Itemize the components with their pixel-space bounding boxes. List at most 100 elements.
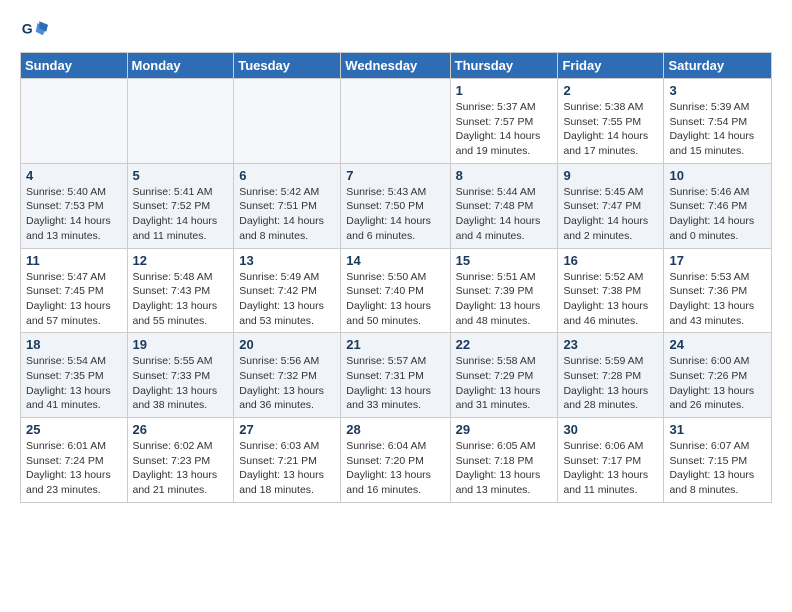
day-number: 12 bbox=[133, 253, 229, 268]
day-info: Sunrise: 5:54 AMSunset: 7:35 PMDaylight:… bbox=[26, 354, 122, 413]
day-number: 17 bbox=[669, 253, 766, 268]
day-info: Sunrise: 5:58 AMSunset: 7:29 PMDaylight:… bbox=[456, 354, 553, 413]
day-info: Sunrise: 5:46 AMSunset: 7:46 PMDaylight:… bbox=[669, 185, 766, 244]
calendar-cell: 1 Sunrise: 5:37 AMSunset: 7:57 PMDaylight… bbox=[450, 79, 558, 164]
calendar-week-row: 25 Sunrise: 6:01 AMSunset: 7:24 PMDayligh… bbox=[21, 418, 772, 503]
weekday-header: Sunday bbox=[21, 53, 128, 79]
day-number: 30 bbox=[563, 422, 658, 437]
day-number: 2 bbox=[563, 83, 658, 98]
calendar-cell: 25 Sunrise: 6:01 AMSunset: 7:24 PMDayligh… bbox=[21, 418, 128, 503]
day-info: Sunrise: 5:43 AMSunset: 7:50 PMDaylight:… bbox=[346, 185, 444, 244]
weekday-header: Saturday bbox=[664, 53, 772, 79]
day-number: 22 bbox=[456, 337, 553, 352]
day-info: Sunrise: 6:01 AMSunset: 7:24 PMDaylight:… bbox=[26, 439, 122, 498]
day-info: Sunrise: 5:55 AMSunset: 7:33 PMDaylight:… bbox=[133, 354, 229, 413]
calendar-cell: 17 Sunrise: 5:53 AMSunset: 7:36 PMDayligh… bbox=[664, 248, 772, 333]
day-info: Sunrise: 5:52 AMSunset: 7:38 PMDaylight:… bbox=[563, 270, 658, 329]
day-number: 31 bbox=[669, 422, 766, 437]
calendar-cell: 20 Sunrise: 5:56 AMSunset: 7:32 PMDayligh… bbox=[234, 333, 341, 418]
day-number: 27 bbox=[239, 422, 335, 437]
day-info: Sunrise: 5:53 AMSunset: 7:36 PMDaylight:… bbox=[669, 270, 766, 329]
day-info: Sunrise: 6:06 AMSunset: 7:17 PMDaylight:… bbox=[563, 439, 658, 498]
calendar-cell: 10 Sunrise: 5:46 AMSunset: 7:46 PMDayligh… bbox=[664, 163, 772, 248]
day-info: Sunrise: 5:45 AMSunset: 7:47 PMDaylight:… bbox=[563, 185, 658, 244]
day-number: 26 bbox=[133, 422, 229, 437]
day-info: Sunrise: 5:51 AMSunset: 7:39 PMDaylight:… bbox=[456, 270, 553, 329]
day-number: 4 bbox=[26, 168, 122, 183]
weekday-header: Tuesday bbox=[234, 53, 341, 79]
calendar-body: 1 Sunrise: 5:37 AMSunset: 7:57 PMDaylight… bbox=[21, 79, 772, 503]
calendar-header: SundayMondayTuesdayWednesdayThursdayFrid… bbox=[21, 53, 772, 79]
day-number: 25 bbox=[26, 422, 122, 437]
logo-icon: G bbox=[20, 16, 48, 44]
day-number: 21 bbox=[346, 337, 444, 352]
calendar: SundayMondayTuesdayWednesdayThursdayFrid… bbox=[20, 52, 772, 503]
calendar-cell: 6 Sunrise: 5:42 AMSunset: 7:51 PMDaylight… bbox=[234, 163, 341, 248]
day-info: Sunrise: 5:48 AMSunset: 7:43 PMDaylight:… bbox=[133, 270, 229, 329]
calendar-cell bbox=[341, 79, 450, 164]
weekday-header: Thursday bbox=[450, 53, 558, 79]
day-info: Sunrise: 5:47 AMSunset: 7:45 PMDaylight:… bbox=[26, 270, 122, 329]
day-info: Sunrise: 5:44 AMSunset: 7:48 PMDaylight:… bbox=[456, 185, 553, 244]
calendar-cell: 2 Sunrise: 5:38 AMSunset: 7:55 PMDaylight… bbox=[558, 79, 664, 164]
day-info: Sunrise: 6:05 AMSunset: 7:18 PMDaylight:… bbox=[456, 439, 553, 498]
day-number: 23 bbox=[563, 337, 658, 352]
calendar-week-row: 4 Sunrise: 5:40 AMSunset: 7:53 PMDaylight… bbox=[21, 163, 772, 248]
calendar-cell: 5 Sunrise: 5:41 AMSunset: 7:52 PMDaylight… bbox=[127, 163, 234, 248]
day-info: Sunrise: 6:00 AMSunset: 7:26 PMDaylight:… bbox=[669, 354, 766, 413]
day-info: Sunrise: 5:42 AMSunset: 7:51 PMDaylight:… bbox=[239, 185, 335, 244]
calendar-week-row: 1 Sunrise: 5:37 AMSunset: 7:57 PMDaylight… bbox=[21, 79, 772, 164]
calendar-cell bbox=[21, 79, 128, 164]
page-header: G bbox=[20, 16, 772, 44]
calendar-cell: 14Sunrise: 5:50 AMSunset: 7:40 PMDayligh… bbox=[341, 248, 450, 333]
calendar-cell: 27 Sunrise: 6:03 AMSunset: 7:21 PMDayligh… bbox=[234, 418, 341, 503]
calendar-cell bbox=[234, 79, 341, 164]
calendar-cell: 18 Sunrise: 5:54 AMSunset: 7:35 PMDayligh… bbox=[21, 333, 128, 418]
calendar-cell: 3Sunrise: 5:39 AMSunset: 7:54 PMDaylight… bbox=[664, 79, 772, 164]
calendar-cell: 11 Sunrise: 5:47 AMSunset: 7:45 PMDayligh… bbox=[21, 248, 128, 333]
day-info: Sunrise: 6:02 AMSunset: 7:23 PMDaylight:… bbox=[133, 439, 229, 498]
day-info: Sunrise: 6:03 AMSunset: 7:21 PMDaylight:… bbox=[239, 439, 335, 498]
calendar-cell: 16 Sunrise: 5:52 AMSunset: 7:38 PMDayligh… bbox=[558, 248, 664, 333]
day-info: Sunrise: 5:38 AMSunset: 7:55 PMDaylight:… bbox=[563, 100, 658, 159]
calendar-cell: 12 Sunrise: 5:48 AMSunset: 7:43 PMDayligh… bbox=[127, 248, 234, 333]
day-number: 11 bbox=[26, 253, 122, 268]
day-number: 6 bbox=[239, 168, 335, 183]
day-number: 16 bbox=[563, 253, 658, 268]
day-info: Sunrise: 6:04 AMSunset: 7:20 PMDaylight:… bbox=[346, 439, 444, 498]
weekday-header: Friday bbox=[558, 53, 664, 79]
calendar-cell: 29 Sunrise: 6:05 AMSunset: 7:18 PMDayligh… bbox=[450, 418, 558, 503]
calendar-cell: 26 Sunrise: 6:02 AMSunset: 7:23 PMDayligh… bbox=[127, 418, 234, 503]
day-number: 28 bbox=[346, 422, 444, 437]
day-number: 15 bbox=[456, 253, 553, 268]
calendar-cell: 21 Sunrise: 5:57 AMSunset: 7:31 PMDayligh… bbox=[341, 333, 450, 418]
calendar-cell: 28 Sunrise: 6:04 AMSunset: 7:20 PMDayligh… bbox=[341, 418, 450, 503]
calendar-cell: 13Sunrise: 5:49 AMSunset: 7:42 PMDayligh… bbox=[234, 248, 341, 333]
svg-text:G: G bbox=[22, 21, 33, 37]
day-number: 20 bbox=[239, 337, 335, 352]
day-info: Sunrise: 5:40 AMSunset: 7:53 PMDaylight:… bbox=[26, 185, 122, 244]
calendar-cell: 8 Sunrise: 5:44 AMSunset: 7:48 PMDaylight… bbox=[450, 163, 558, 248]
day-number: 8 bbox=[456, 168, 553, 183]
calendar-cell: 23Sunrise: 5:59 AMSunset: 7:28 PMDayligh… bbox=[558, 333, 664, 418]
calendar-cell: 9Sunrise: 5:45 AMSunset: 7:47 PMDaylight… bbox=[558, 163, 664, 248]
day-number: 5 bbox=[133, 168, 229, 183]
day-info: Sunrise: 5:37 AMSunset: 7:57 PMDaylight:… bbox=[456, 100, 553, 159]
day-number: 19 bbox=[133, 337, 229, 352]
day-number: 24 bbox=[669, 337, 766, 352]
weekday-header: Monday bbox=[127, 53, 234, 79]
day-number: 3 bbox=[669, 83, 766, 98]
day-info: Sunrise: 5:41 AMSunset: 7:52 PMDaylight:… bbox=[133, 185, 229, 244]
day-number: 10 bbox=[669, 168, 766, 183]
day-info: Sunrise: 5:49 AMSunset: 7:42 PMDaylight:… bbox=[239, 270, 335, 329]
calendar-cell: 15 Sunrise: 5:51 AMSunset: 7:39 PMDayligh… bbox=[450, 248, 558, 333]
day-info: Sunrise: 5:56 AMSunset: 7:32 PMDaylight:… bbox=[239, 354, 335, 413]
day-number: 1 bbox=[456, 83, 553, 98]
calendar-cell: 30 Sunrise: 6:06 AMSunset: 7:17 PMDayligh… bbox=[558, 418, 664, 503]
day-info: Sunrise: 5:57 AMSunset: 7:31 PMDaylight:… bbox=[346, 354, 444, 413]
day-number: 29 bbox=[456, 422, 553, 437]
day-info: Sunrise: 6:07 AMSunset: 7:15 PMDaylight:… bbox=[669, 439, 766, 498]
calendar-week-row: 11 Sunrise: 5:47 AMSunset: 7:45 PMDayligh… bbox=[21, 248, 772, 333]
calendar-week-row: 18 Sunrise: 5:54 AMSunset: 7:35 PMDayligh… bbox=[21, 333, 772, 418]
day-number: 18 bbox=[26, 337, 122, 352]
